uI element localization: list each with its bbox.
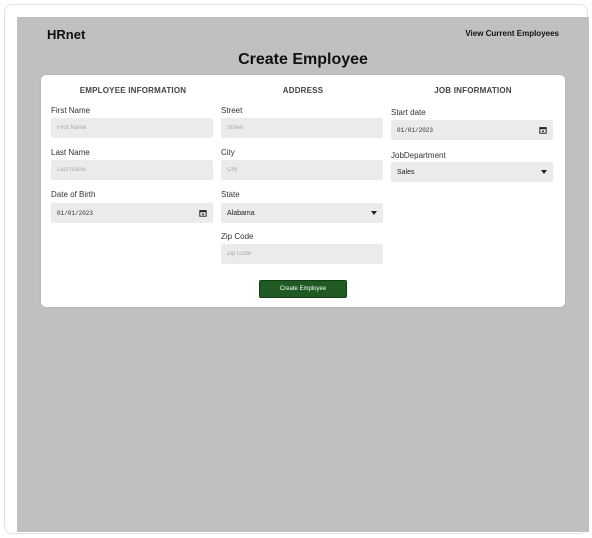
state-selected-value: Alabama bbox=[227, 209, 255, 217]
first-name-label: First Name bbox=[51, 106, 91, 115]
city-label: City bbox=[221, 148, 235, 157]
app-frame: HRnet View Current Employees Create Empl… bbox=[4, 4, 589, 534]
zip-code-label: Zip Code bbox=[221, 232, 254, 241]
job-department-select[interactable]: Sales bbox=[391, 162, 553, 182]
brand-logo: HRnet bbox=[47, 27, 86, 42]
state-label: State bbox=[221, 190, 240, 199]
department-selected-value: Sales bbox=[397, 168, 415, 176]
caret-down-icon bbox=[371, 210, 377, 215]
job-department-label: JobDepartment bbox=[391, 151, 446, 160]
start-date-input[interactable]: 01/01/2023 bbox=[391, 120, 553, 140]
create-employee-form: EMPLOYEE INFORMATION First Name Last Nam… bbox=[41, 75, 565, 307]
calendar-icon[interactable] bbox=[539, 126, 547, 134]
date-of-birth-input[interactable]: 01/01/2023 bbox=[51, 203, 213, 223]
create-employee-button[interactable]: Create Employee bbox=[259, 280, 347, 298]
last-name-label: Last Name bbox=[51, 148, 90, 157]
page-title: Create Employee bbox=[238, 51, 368, 68]
city-input[interactable] bbox=[221, 160, 383, 180]
street-input[interactable] bbox=[221, 118, 383, 138]
caret-down-icon bbox=[541, 169, 547, 174]
view-employees-link[interactable]: View Current Employees bbox=[465, 29, 559, 38]
first-name-input[interactable] bbox=[51, 118, 213, 138]
state-select[interactable]: Alabama bbox=[221, 203, 383, 223]
zip-code-input[interactable] bbox=[221, 244, 383, 264]
job-information-title: JOB INFORMATION bbox=[434, 86, 512, 95]
date-of-birth-label: Date of Birth bbox=[51, 190, 96, 199]
start-date-value: 01/01/2023 bbox=[397, 126, 434, 134]
page-viewport: HRnet View Current Employees Create Empl… bbox=[17, 17, 589, 532]
employee-information-title: EMPLOYEE INFORMATION bbox=[79, 86, 187, 95]
last-name-input[interactable] bbox=[51, 160, 213, 180]
start-date-label: Start date bbox=[391, 108, 426, 117]
date-of-birth-value: 01/01/2023 bbox=[57, 209, 94, 217]
address-title: ADDRESS bbox=[282, 86, 324, 95]
street-label: Street bbox=[221, 106, 243, 115]
calendar-icon[interactable] bbox=[199, 209, 207, 217]
